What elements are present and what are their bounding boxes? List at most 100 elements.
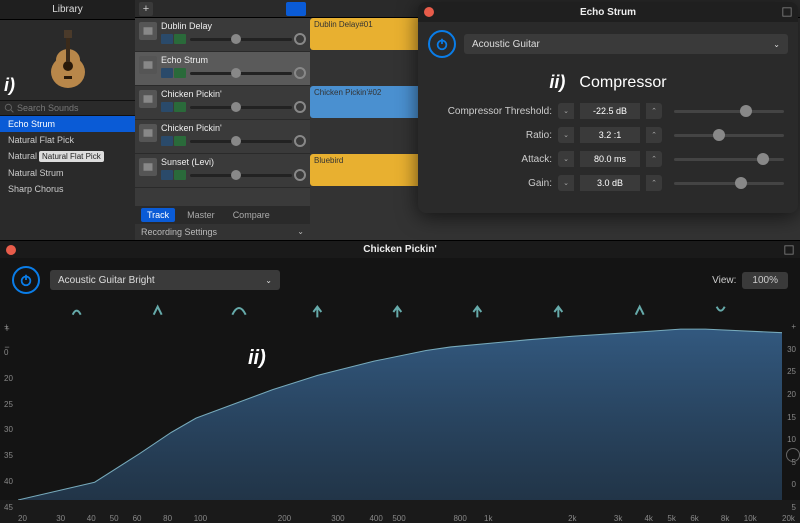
param-slider[interactable] (674, 182, 784, 185)
volume-slider[interactable] (190, 106, 292, 109)
eq-panel: Chicken Pickin' Acoustic Guitar Bright⌄ … (0, 240, 800, 500)
track-icon (139, 90, 157, 108)
eq-band-node[interactable] (70, 304, 86, 320)
eq-band-node[interactable] (231, 304, 247, 320)
solo-button[interactable] (174, 68, 186, 78)
param-label: Attack: (432, 154, 552, 165)
tracks-panel: + Dublin Delay Echo Strum Chicken Pickin… (135, 0, 310, 240)
eq-preset-select[interactable]: Acoustic Guitar Bright⌄ (50, 270, 280, 290)
close-icon[interactable] (6, 245, 16, 255)
param-slider[interactable] (674, 110, 784, 113)
stepper-down-button[interactable]: ⌄ (558, 151, 574, 167)
library-item[interactable]: Natural Strum (0, 165, 135, 181)
eq-band-node[interactable] (312, 304, 328, 320)
eq-titlebar: Chicken Pickin' (0, 240, 800, 258)
library-item[interactable]: Sharp Chorus (0, 181, 135, 197)
mute-button[interactable] (161, 102, 173, 112)
stepper-up-button[interactable]: ⌃ (646, 175, 662, 191)
tab-track[interactable]: Track (141, 208, 175, 222)
view-zoom-select[interactable]: 100% (742, 272, 788, 289)
tracks-header: + (135, 0, 310, 18)
callout-label-ii: ii) (549, 72, 565, 93)
plugin-titlebar[interactable]: Echo Strum (418, 2, 798, 22)
track-name: Sunset (Levi) (161, 157, 306, 167)
gain-knob[interactable] (786, 448, 800, 462)
stepper-up-button[interactable]: ⌃ (646, 103, 662, 119)
param-value[interactable]: 3.0 dB (580, 175, 640, 191)
stepper-up-button[interactable]: ⌃ (646, 151, 662, 167)
param-value[interactable]: 80.0 ms (580, 151, 640, 167)
solo-button[interactable] (174, 136, 186, 146)
library-instrument-image: i) (0, 20, 135, 100)
library-title: Library (0, 0, 135, 20)
mute-button[interactable] (161, 136, 173, 146)
eq-curve[interactable] (18, 322, 782, 500)
add-track-button[interactable]: + (139, 2, 153, 16)
eq-band-node[interactable] (392, 304, 408, 320)
volume-slider[interactable] (190, 38, 292, 41)
recording-settings-row[interactable]: Recording Settings⌄ (135, 224, 310, 240)
expand-icon[interactable] (784, 245, 794, 255)
chevron-down-icon: ⌄ (297, 227, 304, 237)
timeline-region[interactable]: Dublin Delay#01 (310, 18, 430, 50)
track-icon (139, 158, 157, 176)
library-search[interactable]: Search Sounds (0, 100, 135, 116)
stepper-down-button[interactable]: ⌄ (558, 127, 574, 143)
compressor-window: Echo Strum Acoustic Guitar⌄ ii) Compress… (418, 2, 798, 213)
library-item[interactable]: Natural Flat Pick (0, 132, 135, 148)
volume-slider[interactable] (190, 140, 292, 143)
track-icon (139, 124, 157, 142)
mute-button[interactable] (161, 68, 173, 78)
library-panel: Library i) Search Sounds Echo Strum Natu… (0, 0, 135, 240)
eq-band-node[interactable] (151, 304, 167, 320)
pan-knob[interactable] (294, 33, 306, 45)
solo-button[interactable] (174, 34, 186, 44)
power-button[interactable] (428, 30, 456, 58)
solo-button[interactable] (174, 170, 186, 180)
track-icon (139, 22, 157, 40)
pan-knob[interactable] (294, 101, 306, 113)
pan-knob[interactable] (294, 169, 306, 181)
volume-slider[interactable] (190, 174, 292, 177)
track-name: Dublin Delay (161, 21, 306, 31)
eq-band-node[interactable] (553, 304, 569, 320)
eq-band-node[interactable] (633, 304, 649, 320)
plugin-window-title: Echo Strum (580, 7, 636, 18)
close-icon[interactable] (424, 7, 434, 17)
track-row[interactable]: Chicken Pickin' (135, 86, 310, 120)
solo-button[interactable] (174, 102, 186, 112)
eq-band-node[interactable] (714, 304, 730, 320)
eq-graph[interactable]: + − ii) +0202530354045 +3025201510505 20… (18, 302, 782, 512)
track-row[interactable]: Dublin Delay (135, 18, 310, 52)
chevron-down-icon: ⌄ (265, 276, 272, 285)
param-value[interactable]: -22.5 dB (580, 103, 640, 119)
volume-slider[interactable] (190, 72, 292, 75)
param-value[interactable]: 3.2 :1 (580, 127, 640, 143)
automation-button[interactable] (286, 2, 306, 16)
chevron-down-icon: ⌄ (773, 40, 780, 49)
tab-master[interactable]: Master (181, 208, 221, 222)
acoustic-guitar-icon (43, 30, 93, 90)
eq-band-node[interactable] (472, 304, 488, 320)
track-row[interactable]: Echo Strum (135, 52, 310, 86)
param-slider[interactable] (674, 158, 784, 161)
tab-compare[interactable]: Compare (227, 208, 276, 222)
library-item[interactable]: Echo Strum (0, 116, 135, 132)
tooltip-badge: Natural Flat Pick (39, 151, 104, 162)
track-row[interactable]: Sunset (Levi) (135, 154, 310, 188)
mute-button[interactable] (161, 34, 173, 44)
preset-select[interactable]: Acoustic Guitar⌄ (464, 34, 788, 54)
power-button[interactable] (12, 266, 40, 294)
track-row[interactable]: Chicken Pickin' (135, 120, 310, 154)
library-item[interactable]: NaturalNatural Flat Pick (0, 148, 135, 165)
stepper-down-button[interactable]: ⌄ (558, 175, 574, 191)
expand-icon[interactable] (782, 7, 792, 17)
pan-knob[interactable] (294, 67, 306, 79)
stepper-up-button[interactable]: ⌃ (646, 127, 662, 143)
mute-button[interactable] (161, 170, 173, 180)
track-name: Echo Strum (161, 55, 306, 65)
stepper-down-button[interactable]: ⌄ (558, 103, 574, 119)
param-slider[interactable] (674, 134, 784, 137)
pan-knob[interactable] (294, 135, 306, 147)
view-label: View: (712, 275, 736, 286)
